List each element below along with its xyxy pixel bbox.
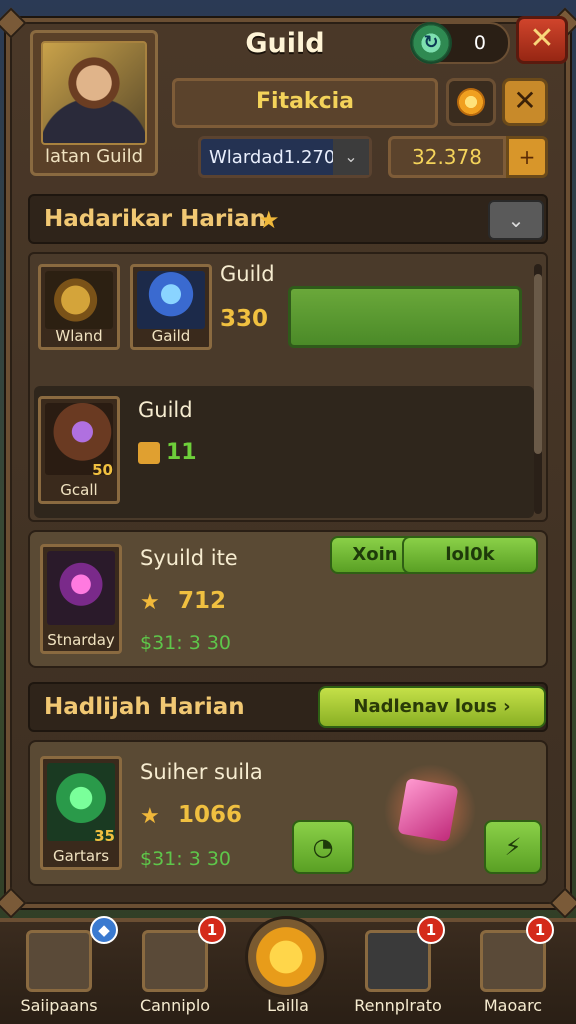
item-slot[interactable]: 35 Gartars xyxy=(40,756,122,870)
item-caption: Gartars xyxy=(52,847,110,865)
frame-corner xyxy=(549,887,576,919)
claim-all-label: Nadlenav lous xyxy=(353,696,497,717)
star-icon: ★ xyxy=(258,206,280,234)
item-slot[interactable]: Stnarday xyxy=(40,544,122,654)
lock-button[interactable]: lol0k xyxy=(402,536,538,574)
home-icon xyxy=(26,930,92,992)
nav-item-saiipaans[interactable]: ◆ Saiipaans xyxy=(4,916,118,1024)
star-icon: ★ xyxy=(140,590,160,615)
nav-item-maoarc[interactable]: 1 Maoarc xyxy=(458,916,568,1024)
daily-section-header: Hadarikar Harian ★ ⌄ xyxy=(28,194,548,244)
close-button[interactable]: ✕ xyxy=(516,16,568,64)
nav-label: Canniplo xyxy=(139,996,211,1015)
cannon-icon xyxy=(142,930,208,992)
card-title: Suiher suila xyxy=(140,760,263,784)
card-title: Syuild ite xyxy=(140,546,238,570)
star-icon: ★ xyxy=(140,804,160,829)
frame-corner xyxy=(0,887,27,919)
gift-card: 35 Gartars Suiher suila ★ 1066 $31: 3 30… xyxy=(28,740,548,886)
section-title: Hadarikar Harian xyxy=(44,206,267,232)
cancel-button[interactable]: ✕ xyxy=(502,78,548,126)
frame-corner xyxy=(0,7,27,39)
bottom-nav: ◆ Saiipaans 1 Canniplo Lailla 1 Rennplra… xyxy=(0,916,576,1024)
nav-item-rennplrato[interactable]: 1 Rennplrato xyxy=(343,916,453,1024)
gem-count: 0 xyxy=(473,32,486,54)
card-sub-value: $31: 3 30 xyxy=(140,632,232,654)
spiral-icon xyxy=(245,916,327,998)
item-caption: Gcall xyxy=(60,481,98,499)
row-title: Guild xyxy=(220,262,275,286)
hammer-icon xyxy=(45,271,113,329)
card-value: 1066 xyxy=(178,802,243,828)
guild-name-field[interactable]: Fitakcia xyxy=(172,78,438,128)
card-sub-value: $31: 3 30 xyxy=(140,848,232,870)
hero-icon xyxy=(137,271,205,329)
item-caption: Stnarday xyxy=(47,631,115,649)
page-title: Guild xyxy=(245,28,325,59)
card-value: 712 xyxy=(178,588,227,614)
item-count: 50 xyxy=(92,461,113,479)
nav-label: Lailla xyxy=(267,996,309,1015)
progress-bar xyxy=(288,286,522,348)
crystal-icon xyxy=(397,777,459,843)
server-select-value: Wlardad1.270 xyxy=(209,147,336,168)
portrait-label: latan Guild xyxy=(44,146,144,167)
item-caption: Gaild xyxy=(151,327,191,345)
item-caption: Wland xyxy=(55,327,103,345)
gem-badge-icon: ◆ xyxy=(90,916,118,944)
notification-badge: 1 xyxy=(198,916,226,944)
chevron-down-icon[interactable]: ⌄ xyxy=(333,139,369,175)
reward-card: Stnarday Syuild ite ★ 712 $31: 3 30 Xoin… xyxy=(28,530,548,668)
timer-button[interactable]: ◔ xyxy=(292,820,354,874)
row-title: Guild xyxy=(138,398,193,422)
claim-all-button[interactable]: Nadlenav lous › xyxy=(318,686,546,728)
ticket-icon xyxy=(138,442,160,464)
book-icon xyxy=(47,551,115,625)
nav-label: Saiipaans xyxy=(20,996,98,1015)
gem-counter: ↻ 0 xyxy=(410,22,510,64)
daily-gift-header: Hadlijah Harian Nadlenav lous › xyxy=(28,682,548,732)
scrollbar-thumb[interactable] xyxy=(534,274,542,454)
boost-button[interactable]: ⚡ xyxy=(484,820,542,874)
notification-badge: 1 xyxy=(417,916,445,944)
nav-item-canniplo[interactable]: 1 Canniplo xyxy=(120,916,230,1024)
gem-icon: ↻ xyxy=(410,22,452,64)
collapse-button[interactable]: ⌄ xyxy=(488,200,544,240)
nav-label: Rennplrato xyxy=(354,996,442,1015)
section-title: Hadlijah Harian xyxy=(44,694,245,720)
add-gold-button[interactable]: + xyxy=(506,136,548,178)
avatar xyxy=(41,41,147,145)
gold-amount: 32.378 xyxy=(388,136,506,178)
row-value: 330 xyxy=(220,306,269,332)
server-select[interactable]: Wlardad1.270 ⌄ xyxy=(198,136,372,178)
nav-item-lailla[interactable]: Lailla xyxy=(233,916,343,1024)
scrollbar[interactable] xyxy=(534,264,542,514)
row-value: 11 xyxy=(166,440,197,465)
item-count: 35 xyxy=(94,827,115,845)
nav-label: Maoarc xyxy=(483,996,543,1015)
coin-button[interactable] xyxy=(446,78,496,126)
coin-icon xyxy=(457,88,485,116)
item-slot[interactable]: Gaild xyxy=(130,264,212,350)
item-slot[interactable]: Wland xyxy=(38,264,120,350)
player-portrait[interactable]: latan Guild xyxy=(30,30,158,176)
notification-badge: 1 xyxy=(526,916,554,944)
item-slot[interactable]: 50 Gcall xyxy=(38,396,120,504)
